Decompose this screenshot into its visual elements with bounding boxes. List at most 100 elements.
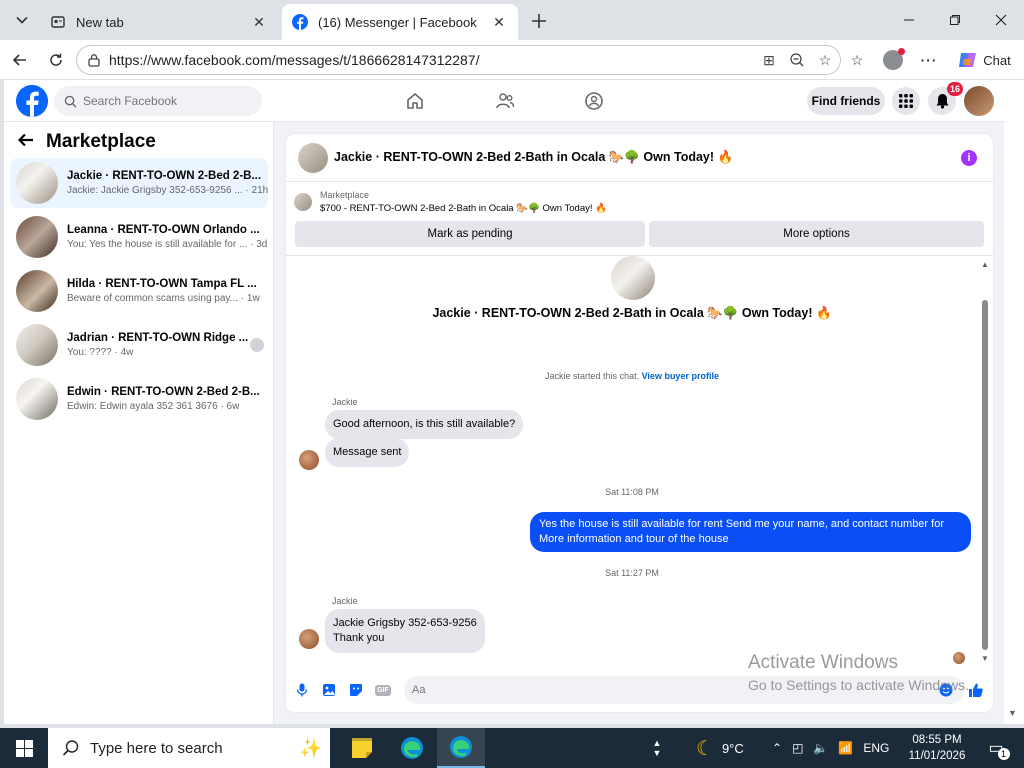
marketplace-listing-summary[interactable]: Marketplace $700 - RENT-TO-OWN 2-Bed 2-B… [294,190,607,214]
microphone-icon[interactable] [294,682,310,698]
taskbar-search-placeholder: Type here to search [90,739,223,757]
tab-messenger[interactable]: (16) Messenger | Facebook ✕ [282,4,518,40]
clock-date: 11/01/2026 [908,750,966,762]
copilot-chat-button[interactable]: Chat [950,46,1018,74]
scroll-up-arrow-icon[interactable]: ▲ [979,258,991,270]
mark-as-pending-button[interactable]: Mark as pending [295,221,645,247]
more-options-button[interactable]: More options [649,221,984,247]
profile-button[interactable] [880,46,906,74]
incoming-message: Message sent [325,438,410,467]
notification-center-button[interactable]: ▭ 1 [984,728,1010,768]
nav-friends[interactable] [485,86,525,116]
new-tab-button[interactable] [526,8,552,34]
divider [286,255,993,256]
message-scrollbar[interactable]: ▲ ▼ [979,258,991,664]
start-button[interactable] [0,728,48,768]
show-hidden-icons-icon[interactable]: ⌃ [772,741,782,755]
nav-home[interactable] [395,86,435,116]
conversation-item[interactable]: Leanna · RENT-TO-OWN Orlando ... You: Ye… [10,212,268,262]
taskbar-scroll[interactable]: ▲ ▼ [650,728,664,768]
conversation-preview: You: ???? · 4w [67,347,134,358]
menu-button[interactable] [892,87,920,115]
edge-app-icon[interactable] [388,728,436,768]
listing-thumbnail [16,324,58,366]
listing-title: $700 - RENT-TO-OWN 2-Bed 2-Bath in Ocala… [320,203,607,214]
find-friends-button[interactable]: Find friends [807,87,885,115]
friends-icon [496,93,515,109]
restore-window-button[interactable] [932,0,978,40]
sticker-icon[interactable] [348,682,364,698]
scrollbar-thumb[interactable] [982,300,988,650]
favorite-star-icon[interactable]: ☆ [816,50,834,70]
conversation-item[interactable]: Jadrian · RENT-TO-OWN Ridge ... You: ???… [10,320,268,370]
site-info-icon[interactable] [87,53,101,67]
favorites-button[interactable]: ☆ [846,46,868,74]
conversation-item[interactable]: Hilda · RENT-TO-OWN Tampa FL ... Beware … [10,266,268,316]
chat-title[interactable]: Jackie · RENT-TO-OWN 2-Bed 2-Bath in Oca… [334,150,733,165]
timestamp: Sat 11:27 PM [605,568,659,578]
back-button[interactable] [6,46,34,74]
page-scrollbar[interactable]: ▼ [1004,80,1024,724]
sender-avatar[interactable] [299,450,319,470]
gif-icon[interactable]: GIF [375,682,391,698]
tab-new-tab[interactable]: New tab ✕ [40,4,278,40]
app-available-icon[interactable]: ⊞ [760,50,778,70]
photo-icon[interactable] [321,682,337,698]
tab-label: (16) Messenger | Facebook [318,14,477,30]
listing-thumbnail[interactable] [298,142,328,173]
facebook-search[interactable] [54,86,262,116]
conversation-preview: Jackie: Jackie Grigsby 352-653-9256 ... … [67,185,268,196]
back-arrow-icon[interactable] [17,130,34,153]
weather-widget[interactable]: ☾ 9°C [696,728,744,768]
conversation-item[interactable]: Jackie · RENT-TO-OWN 2-Bed 2-B... Jackie… [10,158,268,208]
language-indicator[interactable]: ENG [863,741,889,755]
moon-icon: ☾ [696,737,714,760]
page-scroll-down-icon[interactable]: ▼ [1008,708,1017,718]
chat-started-note: Jackie started this chat. View buyer pro… [286,371,978,381]
minimize-window-button[interactable] [886,0,932,40]
tab-list-dropdown-button[interactable] [8,6,36,34]
view-buyer-profile-link[interactable]: View buyer profile [642,371,719,381]
sender-name: Jackie [332,397,358,407]
taskbar-search[interactable]: Type here to search ✨ [48,728,330,768]
sticky-notes-app-icon[interactable] [338,728,386,768]
windows-logo-icon [15,739,33,757]
scroll-down-arrow-icon[interactable]: ▼ [979,652,991,664]
listing-headline: Jackie · RENT-TO-OWN 2-Bed 2-Bath in Oca… [432,306,832,320]
settings-more-button[interactable]: ··· [916,46,942,74]
refresh-button[interactable] [42,46,70,74]
listing-photo [611,256,655,300]
close-icon [995,14,1007,26]
sidebar-title: Marketplace [46,130,156,152]
search-highlight-sparkle-icon: ✨ [299,737,322,758]
conversation-item[interactable]: Edwin · RENT-TO-OWN 2-Bed 2-B... Edwin: … [10,374,268,424]
notification-center-icon: ▭ 1 [988,738,1010,760]
clock-time: 08:55 PM [912,734,962,746]
nav-groups[interactable] [574,86,614,116]
search-input[interactable] [83,94,243,108]
edge-app-icon-active[interactable] [437,728,485,768]
copilot-icon [959,53,977,67]
zoom-icon[interactable] [788,50,806,70]
notification-count-badge: 16 [947,82,964,96]
network-icon[interactable]: 📶 [838,741,853,755]
sender-avatar[interactable] [299,629,319,649]
conversation-preview: Edwin: Edwin ayala 352 361 3676 · 6w [67,401,240,412]
restore-icon [950,15,960,25]
meet-now-icon[interactable]: ◰ [792,741,803,755]
clock[interactable]: 08:55 PM 11/01/2026 [900,732,974,764]
volume-icon[interactable]: 🔈 [813,741,828,755]
incoming-message: Good afternoon, is this still available? [325,410,524,439]
info-icon[interactable]: i [961,150,977,166]
address-bar[interactable]: https://www.facebook.com/messages/t/1866… [76,45,841,75]
close-tab-icon[interactable]: ✕ [250,13,268,31]
facebook-logo-icon[interactable] [16,85,48,117]
sender-name: Jackie [332,596,358,606]
home-icon [407,93,423,109]
conversation-title: Jackie · RENT-TO-OWN 2-Bed 2-B... [67,170,262,182]
notification-count: 1 [997,748,1010,760]
close-tab-icon[interactable]: ✕ [490,13,508,31]
close-window-button[interactable] [978,0,1024,40]
thumbs-up-icon[interactable] [968,682,984,698]
account-avatar[interactable] [964,86,994,116]
